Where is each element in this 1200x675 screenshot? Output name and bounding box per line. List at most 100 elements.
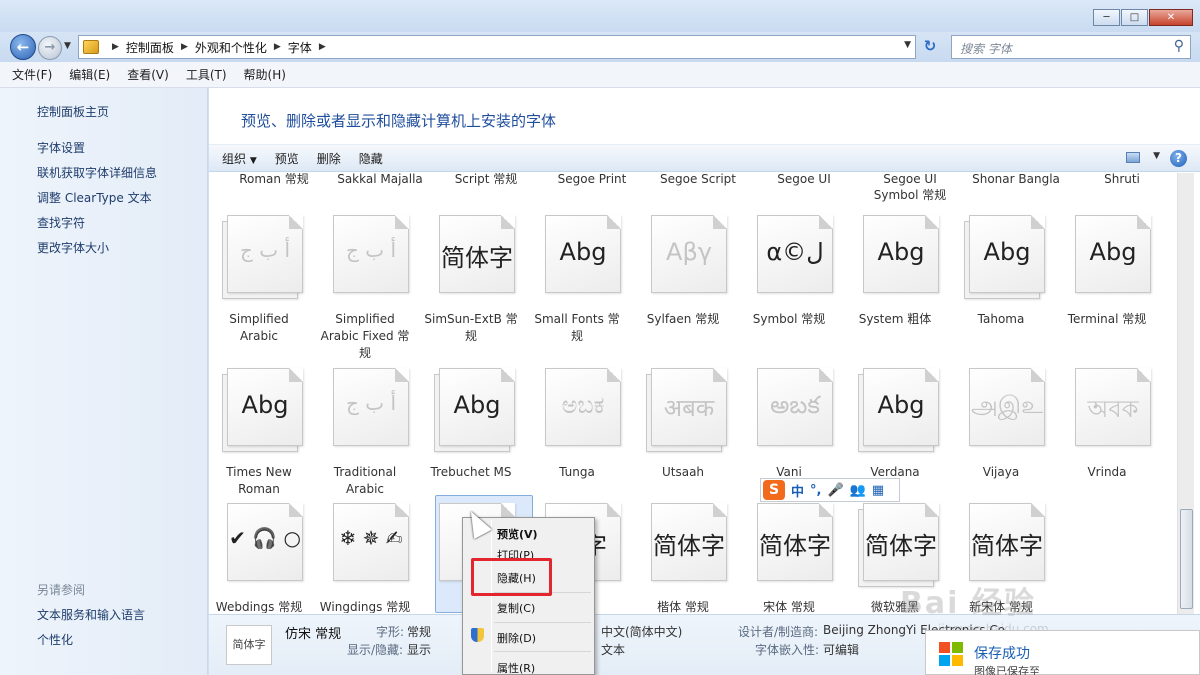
menu-delete[interactable]: 删除(D) [497,630,536,646]
menu-properties[interactable]: 属性(R) [497,660,535,675]
forward-arrow-icon[interactable]: → [38,36,62,60]
font-tile[interactable]: Abg Tahoma [951,215,1051,345]
microphone-icon[interactable]: 🎤 [827,483,843,498]
organize-button[interactable]: 组织 ▼ [222,150,257,167]
control-panel-home-link[interactable]: 控制面板主页 [37,103,109,120]
breadcrumb-separator-icon[interactable]: ▶ [319,42,326,52]
search-box[interactable]: 搜索 字体 ⚲ [951,35,1191,59]
font-tile[interactable]: 简体字 楷体 常规 [633,503,733,613]
font-tile[interactable]: Abg Terminal 常规 [1057,215,1157,345]
menu-preview[interactable]: 预览(V) [497,526,538,542]
embeddability-label: 字体嵌入性: [755,643,820,657]
text-services-link[interactable]: 文本服务和输入语言 [37,606,145,623]
font-tile[interactable]: أ ب ج Simplified Arabic Fixed 常规 [315,215,415,360]
command-bar: 组织 ▼ 预览 删除 隐藏 ▼ ? [209,144,1200,172]
font-name-label[interactable]: Script 常规 [436,173,536,187]
close-button[interactable]: ✕ [1149,9,1193,26]
address-bar[interactable]: ▶ 控制面板 ▶ 外观和个性化 ▶ 字体 ▶ ▼ [78,35,916,59]
breadcrumb-fonts[interactable]: 字体 [288,39,312,56]
minimize-button[interactable]: ─ [1093,9,1120,26]
font-name-label[interactable]: Symbol 常规 [860,187,960,203]
font-sample: أ ب ج [345,238,396,262]
font-tile[interactable]: அஇஉ Vijaya [951,368,1051,498]
font-page: 简体字 [863,503,939,581]
font-name-line: Trebuchet MS [430,465,512,479]
font-tile[interactable]: ಅಬಕ Tunga [527,368,627,498]
change-font-size-link[interactable]: 更改字体大小 [37,239,109,256]
ime-toolbar[interactable]: S 中 °, 🎤 👥 ▦ [760,478,900,502]
font-name-label[interactable]: Segoe Print [542,173,642,187]
font-page: अबक [651,368,727,446]
font-name-label[interactable]: Segoe UI [754,173,854,187]
font-tile[interactable]: Αβγ Sylfaen 常规 [633,215,733,345]
menu-file[interactable]: 文件(F) [12,66,52,83]
menu-help[interactable]: 帮助(H) [244,66,286,83]
get-font-info-online-link[interactable]: 联机获取字体详细信息 [37,164,157,181]
menu-view[interactable]: 查看(V) [127,66,169,83]
menu-edit[interactable]: 编辑(E) [69,66,110,83]
search-icon[interactable]: ⚲ [1174,38,1184,54]
font-tile[interactable]: अबक Utsaah [633,368,733,498]
font-tile[interactable]: 简体字 SimSun-ExtB 常规 [421,215,521,345]
breadcrumb-separator-icon[interactable]: ▶ [181,42,188,52]
menu-tools[interactable]: 工具(T) [186,66,227,83]
font-tile[interactable]: অবক Vrinda [1057,368,1157,498]
ime-punctuation-toggle[interactable]: °, [810,483,821,498]
font-name-label[interactable]: Segoe Script [648,173,748,187]
address-dropdown-icon[interactable]: ▼ [904,40,911,50]
breadcrumb-appearance[interactable]: 外观和个性化 [195,39,267,56]
refresh-icon[interactable]: ↻ [920,38,940,56]
help-icon[interactable]: ? [1170,150,1187,167]
font-name-line: Simplified [335,312,395,326]
page-title: 预览、删除或者显示和隐藏计算机上安装的字体 [241,112,557,130]
font-file-icon: Abg [222,368,303,452]
find-character-link[interactable]: 查找字符 [37,214,85,231]
sogou-logo-icon[interactable]: S [763,480,785,500]
font-tile[interactable]: ✔ 🎧 ○ Webdings 常规 [209,503,309,613]
page-fold [1031,368,1045,382]
font-settings-link[interactable]: 字体设置 [37,139,85,156]
font-tile[interactable]: ❄ ✵ ✍ Wingdings 常规 [315,503,415,613]
view-dropdown-icon[interactable]: ▼ [1153,151,1160,161]
font-sample: Αβγ [666,238,712,266]
font-name-label[interactable]: Roman 常规 [224,173,324,187]
font-tile[interactable]: أ ب ج Simplified Arabic [209,215,309,345]
font-tile[interactable]: Abg Times New Roman [209,368,309,498]
breadcrumb-control-panel[interactable]: 控制面板 [126,39,174,56]
delete-button[interactable]: 删除 [317,150,341,167]
font-tile[interactable]: Abg Small Fonts 常规 [527,215,627,345]
script-value: 中文(简体中文) [601,625,683,639]
navigation-bar: ← → ▼ ▶ 控制面板 ▶ 外观和个性化 ▶ 字体 ▶ ▼ ↻ 搜索 字体 ⚲ [0,32,1200,62]
breadcrumb-separator-icon[interactable]: ▶ [274,42,281,52]
ime-mode-toggle[interactable]: 中 [791,481,804,500]
ime-grid-icon[interactable]: ▦ [872,483,884,498]
hide-button[interactable]: 隐藏 [359,150,383,167]
font-page: அஇஉ [969,368,1045,446]
scrollbar-thumb[interactable] [1180,509,1193,609]
preview-button[interactable]: 预览 [275,150,299,167]
page-fold [607,503,621,517]
font-name-label: Simplified Arabic [209,311,309,345]
change-view-icon[interactable] [1126,152,1140,163]
font-tile[interactable]: Abg System 粗体 [845,215,945,345]
font-tile[interactable]: 简体字 宋体 常规 [739,503,839,613]
menu-copy[interactable]: 复制(C) [497,600,535,616]
font-tile[interactable]: أ ب ج Traditional Arabic [315,368,415,498]
font-name-label[interactable]: Shruti [1072,173,1172,187]
ime-user-icon[interactable]: 👥 [850,483,866,498]
back-arrow-icon[interactable]: ← [10,34,36,60]
font-file-icon: 简体字 [969,503,1045,581]
personalization-link[interactable]: 个性化 [37,631,73,648]
breadcrumb-separator-icon[interactable]: ▶ [112,42,119,52]
font-tile[interactable]: α©ل Symbol 常规 [739,215,839,345]
save-toast[interactable]: 保存成功 图像已保存至 [925,630,1200,675]
font-name-label[interactable]: Shonar Bangla [966,173,1066,187]
font-name-label[interactable]: Segoe UI [860,173,960,187]
caption-buttons: ─ □ ✕ [1093,9,1193,26]
adjust-cleartype-link[interactable]: 调整 ClearType 文本 [37,189,152,206]
vertical-scrollbar[interactable] [1177,173,1194,614]
recent-pages-chevron-icon[interactable]: ▼ [64,41,71,51]
maximize-button[interactable]: □ [1121,9,1148,26]
font-name-label[interactable]: Sakkal Majalla [330,173,430,187]
font-tile[interactable]: Abg Trebuchet MS [421,368,521,498]
